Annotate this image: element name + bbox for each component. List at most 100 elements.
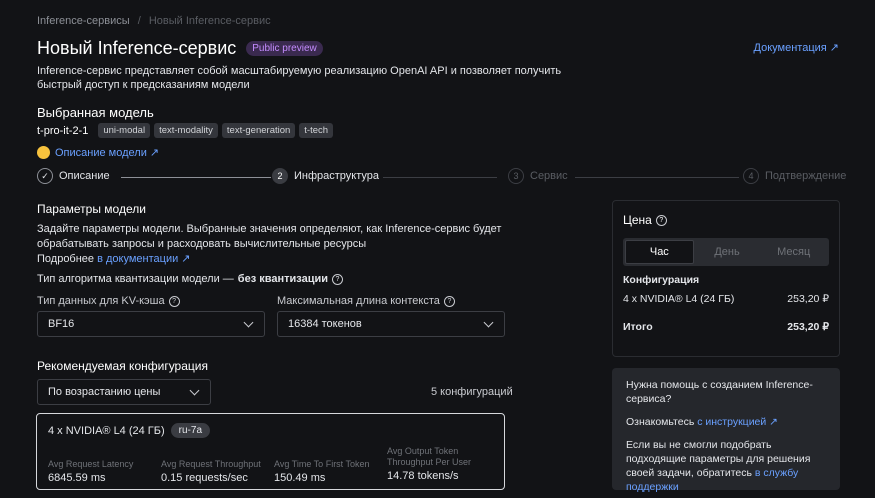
model-tags: t-pro-it-2-1 uni-modal text-modality tex…	[37, 123, 334, 138]
model-description: Описание модели ↗	[37, 146, 159, 159]
total-label: Итого	[623, 321, 653, 333]
model-heading: Выбранная модель	[37, 105, 154, 120]
params-text: Задайте параметры модели. Выбранные знач…	[37, 222, 507, 267]
config-card-header: 4 x NVIDIA® L4 (24 ГБ) ru-7a	[48, 423, 211, 438]
config-card[interactable]: 4 x NVIDIA® L4 (24 ГБ) ru-7a Avg Request…	[36, 413, 505, 490]
help-read-text: Ознакомьтесь	[626, 416, 695, 428]
context-length-select[interactable]: 16384 токенов	[277, 311, 505, 337]
params-heading: Параметры модели	[37, 202, 146, 216]
help-instruction: Ознакомьтесь с инструкцией ↗	[626, 415, 826, 429]
page-intro: Inference-сервис представляет собой масш…	[37, 65, 562, 91]
check-icon: ✓	[37, 168, 53, 184]
step-confirmation[interactable]: 4 Подтверждение	[743, 168, 846, 184]
documentation-link[interactable]: Документация ↗	[754, 41, 839, 54]
help-icon[interactable]: ?	[332, 273, 343, 285]
step-number: 3	[508, 168, 524, 184]
step-label: Инфраструктура	[294, 170, 380, 182]
metric-label: Avg Request Latency	[48, 459, 134, 469]
model-tag: uni-modal	[98, 123, 151, 138]
config-count: 5 конфигураций	[431, 386, 513, 398]
total-price: 253,20 ₽	[787, 321, 829, 333]
context-length-label-text: Максимальная длина контекста	[277, 295, 440, 307]
metric-label: Avg Request Throughput	[161, 459, 261, 469]
context-length-label: Максимальная длина контекста ?	[277, 295, 455, 307]
breadcrumb-root[interactable]: Inference-сервисы	[37, 15, 130, 27]
total-row: Итого 253,20 ₽	[623, 321, 829, 333]
kv-cache-select[interactable]: BF16	[37, 311, 265, 337]
tab-month[interactable]: Месяц	[760, 240, 827, 264]
instruction-link[interactable]: с инструкцией ↗	[697, 416, 778, 428]
config-item: 4 x NVIDIA® L4 (24 ГБ)	[623, 293, 735, 305]
step-description[interactable]: ✓ Описание	[37, 168, 110, 184]
help-icon[interactable]: ?	[443, 295, 455, 307]
sort-value: По возрастанию цены	[48, 386, 161, 398]
preview-badge: Public preview	[246, 41, 323, 56]
page-title: Новый Inference-сервис	[37, 38, 237, 58]
price-panel: Цена ? Час День Месяц Конфигурация 4 x N…	[612, 200, 840, 357]
price-heading: Цена ?	[623, 213, 667, 227]
metric-value: 150.49 ms	[274, 472, 326, 484]
stepper-line	[575, 177, 739, 178]
config-price-row: 4 x NVIDIA® L4 (24 ГБ) 253,20 ₽	[623, 293, 829, 305]
sort-select[interactable]: По возрастанию цены	[37, 379, 211, 405]
metric-label: Avg Output Token Throughput Per User	[387, 446, 472, 467]
help-icon[interactable]: ?	[655, 214, 667, 226]
model-params: Параметры модели Задайте параметры модел…	[37, 202, 507, 267]
kv-cache-value: BF16	[48, 318, 75, 330]
metric-value: 6845.59 ms	[48, 472, 106, 484]
tab-day[interactable]: День	[694, 240, 761, 264]
config-gpu: 4 x NVIDIA® L4 (24 ГБ)	[48, 424, 165, 437]
metric-value: 0.15 requests/sec	[161, 472, 248, 484]
model-description-link[interactable]: Описание модели ↗	[55, 146, 159, 159]
help-panel: Нужна помощь с созданием Inference-серви…	[612, 368, 840, 493]
breadcrumb-current: Новый Inference-сервис	[148, 15, 271, 27]
model-tag: t-tech	[299, 123, 334, 138]
params-doc-link[interactable]: в документации ↗	[97, 253, 190, 265]
quantization-row: Тип алгоритма квантизации модели — без к…	[37, 273, 343, 285]
price-heading-text: Цена	[623, 213, 652, 227]
stepper: ✓ Описание 2 Инфраструктура 3 Сервис 4 П…	[37, 168, 846, 186]
metric-value: 14.78 tokens/s	[387, 470, 459, 482]
chevron-down-icon	[483, 317, 494, 327]
breadcrumb-separator: /	[137, 15, 141, 27]
model-name: t-pro-it-2-1	[37, 124, 89, 137]
help-support: Если вы не смогли подобрать подходящие п…	[626, 438, 826, 494]
stepper-line	[383, 177, 497, 178]
model-tag: text-generation	[221, 123, 296, 138]
step-label: Подтверждение	[765, 170, 847, 182]
page-header: Новый Inference-сервис Public preview	[37, 38, 323, 59]
step-service[interactable]: 3 Сервис	[508, 168, 568, 184]
metric-throughput: Avg Request Throughput 0.15 requests/sec	[161, 459, 261, 484]
metric-label: Avg Time To First Token	[274, 459, 370, 469]
config-price: 253,20 ₽	[787, 293, 829, 305]
breadcrumb: Inference-сервисы / Новый Inference-серв…	[37, 15, 271, 27]
quant-label: Тип алгоритма квантизации модели —	[37, 273, 234, 285]
kv-cache-label: Тип данных для KV-кэша ?	[37, 295, 180, 307]
step-label: Описание	[59, 170, 110, 182]
help-title: Нужна помощь с созданием Inference-серви…	[626, 379, 813, 405]
context-length-value: 16384 токенов	[288, 318, 362, 330]
step-label: Сервис	[530, 170, 568, 182]
tab-hour[interactable]: Час	[625, 240, 694, 264]
config-label: Конфигурация	[623, 274, 700, 286]
quant-value: без квантизации	[237, 273, 328, 285]
chevron-down-icon	[243, 317, 254, 327]
region-badge: ru-7a	[170, 423, 211, 438]
step-number: 2	[272, 168, 288, 184]
metric-latency: Avg Request Latency 6845.59 ms	[48, 459, 133, 484]
period-toggle: Час День Месяц	[623, 238, 829, 266]
params-more: Подробнее	[37, 253, 95, 265]
hugging-face-icon	[37, 146, 50, 159]
recommended-heading: Рекомендуемая конфигурация	[37, 359, 208, 373]
stepper-line	[121, 177, 271, 178]
chevron-down-icon	[189, 385, 200, 395]
metric-token-throughput: Avg Output Token Throughput Per User 14.…	[387, 446, 497, 482]
metric-ttft: Avg Time To First Token 150.49 ms	[274, 459, 370, 484]
step-number: 4	[743, 168, 759, 184]
help-icon[interactable]: ?	[168, 295, 180, 307]
step-infrastructure[interactable]: 2 Инфраструктура	[272, 168, 379, 184]
params-description: Задайте параметры модели. Выбранные знач…	[37, 223, 502, 250]
config-label-row: Конфигурация	[623, 274, 829, 286]
model-tag: text-modality	[154, 123, 218, 138]
kv-cache-label-text: Тип данных для KV-кэша	[37, 295, 165, 307]
